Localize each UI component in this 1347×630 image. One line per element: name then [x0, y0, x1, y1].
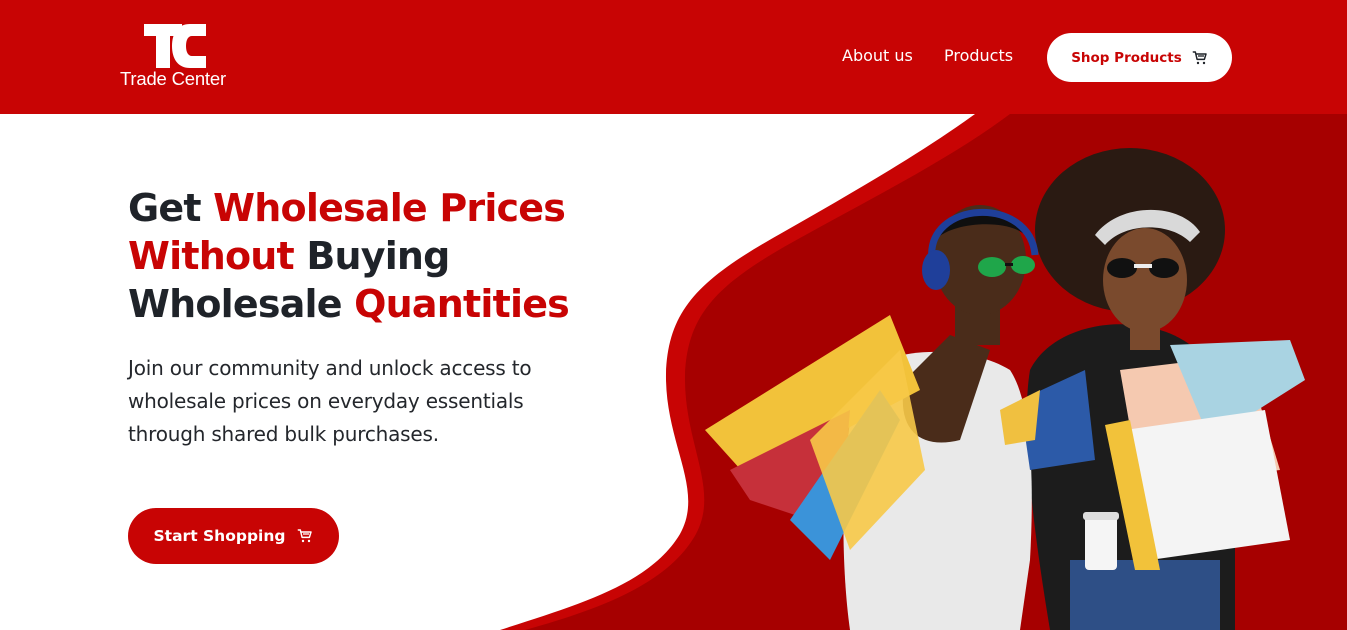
hero-shoppers-image: [705, 148, 1305, 630]
hero-headline: Get Wholesale Prices Without Buying Whol…: [128, 184, 648, 328]
nav-about-link[interactable]: About us: [842, 46, 913, 65]
headline-part-wholesale-prices: Wholesale Prices: [213, 186, 566, 230]
brand-logo[interactable]: Trade Center: [118, 24, 243, 94]
start-shopping-button[interactable]: Start Shopping: [128, 508, 339, 564]
cart-icon: [298, 529, 313, 543]
start-shopping-label: Start Shopping: [153, 527, 286, 545]
headline-part-wholesale: Wholesale: [128, 282, 355, 326]
cart-icon: [1192, 50, 1207, 64]
headline-part-without: Without: [128, 234, 295, 278]
top-navbar: Trade Center About us Products Shop Prod…: [0, 0, 1347, 114]
headline-part-get: Get: [128, 186, 214, 230]
headline-part-quantities: Quantities: [354, 282, 570, 326]
headline-part-buying: Buying: [293, 234, 450, 278]
shop-products-button[interactable]: Shop Products: [1047, 33, 1232, 82]
nav-products-link[interactable]: Products: [944, 46, 1013, 65]
brand-name: Trade Center: [120, 68, 226, 89]
hero-subtext: Join our community and unlock access to …: [128, 356, 532, 446]
logo-mark-icon: [144, 24, 206, 68]
shop-products-label: Shop Products: [1071, 49, 1182, 66]
